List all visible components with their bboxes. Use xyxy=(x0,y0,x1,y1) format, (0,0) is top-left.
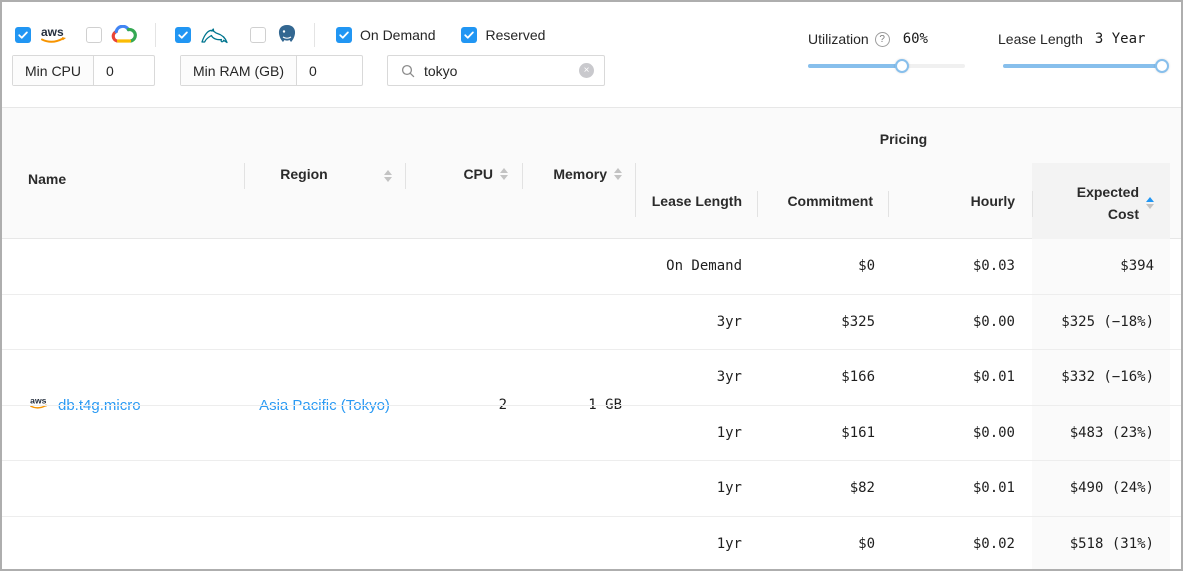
check-icon xyxy=(463,29,475,41)
commitment-value: $161 xyxy=(841,425,875,441)
lease-length-slider-knob[interactable] xyxy=(1155,59,1169,73)
hourly-value: $0.01 xyxy=(973,369,1015,385)
lease-value: On Demand xyxy=(666,258,742,274)
header-divider xyxy=(888,191,889,217)
header-divider xyxy=(757,191,758,217)
commitment-value: $166 xyxy=(841,369,875,385)
expected-cost-value: $394 xyxy=(1120,258,1154,274)
pricing-row[interactable]: 1yr $161 $0.00 $483 (23%) xyxy=(2,405,1183,461)
expected-cost-value: $483 (23%) xyxy=(1070,425,1154,441)
mysql-logo-icon xyxy=(199,24,233,46)
toolbar-divider xyxy=(155,23,156,47)
reserved-label: Reserved xyxy=(485,27,545,43)
column-header-commitment[interactable]: Commitment xyxy=(787,193,873,209)
hourly-value: $0.02 xyxy=(973,536,1015,552)
search-icon xyxy=(401,64,415,78)
google-cloud-checkbox[interactable] xyxy=(86,27,102,43)
pricing-rows: On Demand $0 $0.03 $394 3yr $325 $0.00 $… xyxy=(2,239,1183,571)
commitment-value: $0 xyxy=(858,536,875,552)
on-demand-checkbox[interactable] xyxy=(336,27,352,43)
lease-length-value: 3 Year xyxy=(1095,31,1146,47)
postgresql-checkbox[interactable] xyxy=(250,27,266,43)
column-header-lease-length[interactable]: Lease Length xyxy=(652,193,742,209)
expected-cost-value: $332 (−16%) xyxy=(1061,369,1154,385)
sort-region-icon[interactable] xyxy=(384,170,392,182)
commitment-value: $82 xyxy=(850,480,875,496)
lease-value: 3yr xyxy=(717,369,742,385)
min-ram-group: Min RAM (GB) 0 xyxy=(180,55,363,86)
column-header-expected-cost[interactable]: Expected Cost xyxy=(1077,181,1154,225)
lease-length-control-label: Lease Length 3 Year xyxy=(998,31,1145,47)
hourly-value: $0.00 xyxy=(973,425,1015,441)
header-divider xyxy=(1032,191,1033,217)
mysql-checkbox[interactable] xyxy=(175,27,191,43)
min-ram-label: Min RAM (GB) xyxy=(181,56,297,85)
sort-cpu-icon[interactable] xyxy=(500,168,508,180)
lease-length-label: Lease Length xyxy=(998,31,1083,47)
hourly-value: $0.03 xyxy=(973,258,1015,274)
commitment-value: $0 xyxy=(858,258,875,274)
header-divider xyxy=(635,163,636,217)
lease-value: 1yr xyxy=(717,425,742,441)
column-header-cpu[interactable]: CPU xyxy=(463,166,508,182)
utilization-slider[interactable] xyxy=(808,59,965,73)
utilization-value: 60% xyxy=(903,31,928,47)
clear-search-icon[interactable]: × xyxy=(579,63,594,78)
pricing-row[interactable]: 1yr $0 $0.02 $518 (31%) xyxy=(2,516,1183,571)
on-demand-label: On Demand xyxy=(360,27,435,43)
lease-value: 1yr xyxy=(717,480,742,496)
lease-length-slider[interactable] xyxy=(1003,59,1167,73)
pricing-group-header: Pricing xyxy=(637,131,1170,147)
postgresql-logo-icon xyxy=(275,23,299,47)
pricing-row[interactable]: 1yr $82 $0.01 $490 (24%) xyxy=(2,460,1183,516)
column-header-memory[interactable]: Memory xyxy=(553,166,622,182)
filter-toolbar: aws xyxy=(15,23,545,47)
lease-value: 3yr xyxy=(717,314,742,330)
aws-checkbox[interactable] xyxy=(15,27,31,43)
column-header-name[interactable]: Name xyxy=(28,171,66,187)
expected-cost-value: $325 (−18%) xyxy=(1061,314,1154,330)
min-cpu-input[interactable]: 0 xyxy=(94,56,150,85)
column-header-hourly[interactable]: Hourly xyxy=(971,193,1015,209)
sort-memory-icon[interactable] xyxy=(614,168,622,180)
expected-cost-value: $518 (31%) xyxy=(1070,536,1154,552)
table-body: aws db.t4g.micro Asia Pacific (Tokyo) 2 … xyxy=(2,239,1183,571)
pricing-row[interactable]: 3yr $166 $0.01 $332 (−16%) xyxy=(2,349,1183,405)
google-cloud-logo-icon xyxy=(110,25,137,45)
reserved-checkbox[interactable] xyxy=(461,27,477,43)
check-icon xyxy=(177,29,189,41)
search-value: tokyo xyxy=(424,63,579,79)
pricing-row[interactable]: On Demand $0 $0.03 $394 xyxy=(2,239,1183,294)
pricing-row[interactable]: 3yr $325 $0.00 $325 (−18%) xyxy=(2,294,1183,350)
header-divider xyxy=(244,163,245,189)
search-input[interactable]: tokyo × xyxy=(387,55,605,86)
instance-pricing-app: aws xyxy=(0,0,1183,571)
column-header-region[interactable]: Region xyxy=(244,166,364,182)
help-icon[interactable]: ? xyxy=(875,32,890,47)
sort-expected-cost-icon[interactable] xyxy=(1146,197,1154,209)
utilization-label: Utilization xyxy=(808,31,869,47)
aws-logo-icon: aws xyxy=(38,24,70,46)
commitment-value: $325 xyxy=(841,314,875,330)
min-cpu-group: Min CPU 0 xyxy=(12,55,155,86)
check-icon xyxy=(17,29,29,41)
header-divider xyxy=(405,163,406,189)
svg-text:aws: aws xyxy=(41,25,64,39)
expected-cost-value: $490 (24%) xyxy=(1070,480,1154,496)
utilization-slider-knob[interactable] xyxy=(895,59,909,73)
hourly-value: $0.00 xyxy=(973,314,1015,330)
min-cpu-label: Min CPU xyxy=(13,56,94,85)
min-ram-input[interactable]: 0 xyxy=(297,56,353,85)
hourly-value: $0.01 xyxy=(973,480,1015,496)
toolbar-divider xyxy=(314,23,315,47)
filter-inputs: Min CPU 0 Min RAM (GB) 0 xyxy=(12,55,363,86)
table-header: Pricing Name Region CPU Memory Lease Len… xyxy=(2,107,1183,239)
header-divider xyxy=(522,163,523,189)
utilization-control-label: Utilization ? 60% xyxy=(808,31,928,47)
lease-value: 1yr xyxy=(717,536,742,552)
check-icon xyxy=(338,29,350,41)
